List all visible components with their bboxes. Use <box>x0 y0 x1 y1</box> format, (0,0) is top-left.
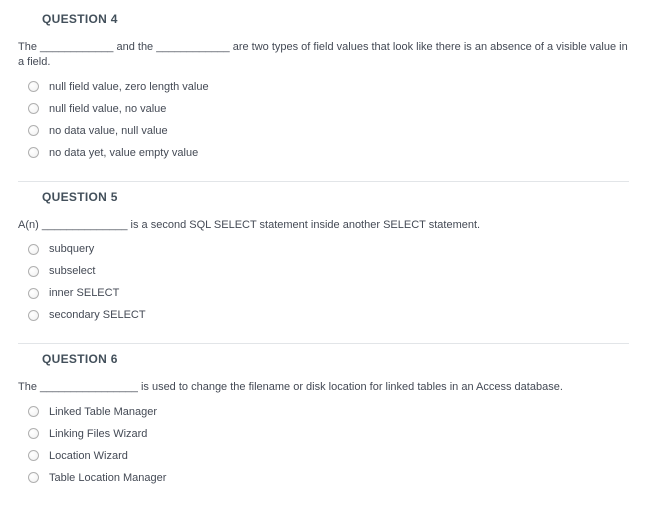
option-label: Location Wizard <box>49 450 128 462</box>
quiz-page: QUESTION 4 The ____________ and the ____… <box>0 0 647 514</box>
radio-icon[interactable] <box>28 103 39 114</box>
question-6-block: QUESTION 6 The ________________ is used … <box>18 352 629 483</box>
question-5-block: QUESTION 5 A(n) ______________ is a seco… <box>18 190 629 321</box>
question-4-option-0[interactable]: null field value, zero length value <box>28 81 629 93</box>
question-6-option-2[interactable]: Location Wizard <box>28 450 629 462</box>
question-5-title: QUESTION 5 <box>42 190 629 204</box>
question-6-prompt: The ________________ is used to change t… <box>18 380 629 395</box>
radio-icon[interactable] <box>28 81 39 92</box>
question-4-block: QUESTION 4 The ____________ and the ____… <box>18 12 629 159</box>
question-6-option-3[interactable]: Table Location Manager <box>28 472 629 484</box>
option-label: no data yet, value empty value <box>49 147 198 159</box>
option-label: null field value, no value <box>49 103 166 115</box>
question-4-prompt: The ____________ and the ____________ ar… <box>18 40 629 71</box>
question-4-option-3[interactable]: no data yet, value empty value <box>28 147 629 159</box>
radio-icon[interactable] <box>28 450 39 461</box>
question-4-options: null field value, zero length value null… <box>28 81 629 159</box>
divider <box>18 343 629 344</box>
question-6-title: QUESTION 6 <box>42 352 629 366</box>
radio-icon[interactable] <box>28 472 39 483</box>
divider <box>18 181 629 182</box>
question-4-option-1[interactable]: null field value, no value <box>28 103 629 115</box>
option-label: Linking Files Wizard <box>49 428 147 440</box>
radio-icon[interactable] <box>28 288 39 299</box>
question-5-option-1[interactable]: subselect <box>28 265 629 277</box>
option-label: subquery <box>49 243 94 255</box>
question-6-option-1[interactable]: Linking Files Wizard <box>28 428 629 440</box>
option-label: no data value, null value <box>49 125 168 137</box>
option-label: Linked Table Manager <box>49 406 157 418</box>
option-label: secondary SELECT <box>49 309 146 321</box>
radio-icon[interactable] <box>28 428 39 439</box>
question-5-prompt: A(n) ______________ is a second SQL SELE… <box>18 218 629 233</box>
radio-icon[interactable] <box>28 147 39 158</box>
question-5-option-3[interactable]: secondary SELECT <box>28 309 629 321</box>
option-label: null field value, zero length value <box>49 81 209 93</box>
question-5-options: subquery subselect inner SELECT secondar… <box>28 243 629 321</box>
radio-icon[interactable] <box>28 406 39 417</box>
question-4-title: QUESTION 4 <box>42 12 629 26</box>
radio-icon[interactable] <box>28 266 39 277</box>
option-label: Table Location Manager <box>49 472 166 484</box>
option-label: subselect <box>49 265 95 277</box>
question-5-option-0[interactable]: subquery <box>28 243 629 255</box>
question-5-option-2[interactable]: inner SELECT <box>28 287 629 299</box>
question-6-options: Linked Table Manager Linking Files Wizar… <box>28 406 629 484</box>
option-label: inner SELECT <box>49 287 119 299</box>
radio-icon[interactable] <box>28 125 39 136</box>
radio-icon[interactable] <box>28 310 39 321</box>
radio-icon[interactable] <box>28 244 39 255</box>
question-6-option-0[interactable]: Linked Table Manager <box>28 406 629 418</box>
question-4-option-2[interactable]: no data value, null value <box>28 125 629 137</box>
